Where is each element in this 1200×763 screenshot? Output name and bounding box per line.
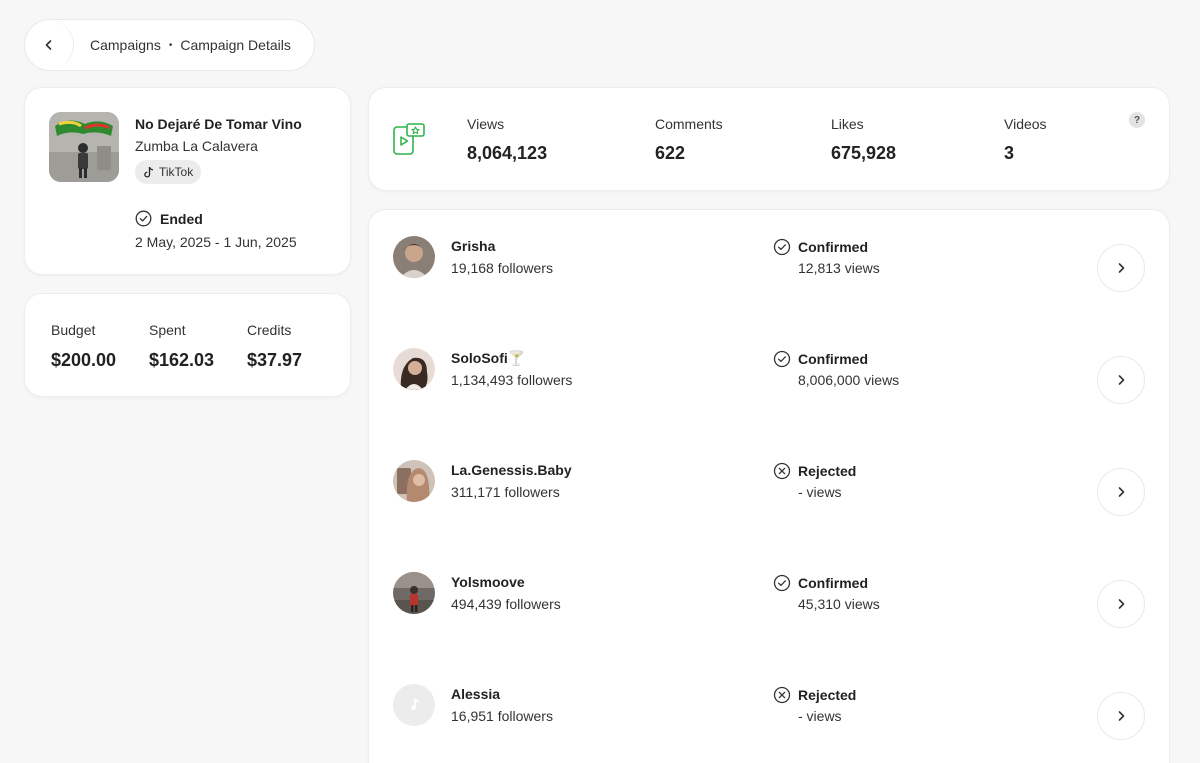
videos-label: Videos [1004,116,1047,132]
creator-row[interactable]: Grisha 19,168 followers Confirmed 12,813… [369,210,1169,322]
credits-label: Credits [247,322,292,338]
campaign-status-label: Ended [160,210,203,227]
phone-video-icon [393,123,425,155]
creator-status-label: Confirmed [798,239,868,255]
creator-row[interactable]: Yolsmoove 494,439 followers Confirmed 45… [369,546,1169,658]
creator-status: Confirmed [773,238,868,256]
views-stat: Views 8,064,123 [467,116,547,164]
videos-value: 3 [1004,143,1015,163]
campaign-artist: Zumba La Calavera [135,138,258,154]
creator-name: SoloSofi🍸 [451,350,526,366]
chevron-left-icon [45,40,51,50]
videos-stat: Videos 3 [1004,116,1047,164]
budget-card: Budget $200.00 Spent $162.03 Credits $37… [24,293,351,397]
creator-row[interactable]: SoloSofi🍸 1,134,493 followers Confirmed … [369,322,1169,434]
creator-name: Alessia [451,686,501,702]
comments-value: 622 [655,143,686,163]
tiktok-icon [144,166,154,178]
credits-value: $37.97 [247,350,303,370]
creator-views: - views [798,708,842,724]
creator-details-button[interactable] [1097,692,1145,740]
breadcrumb-separator: • [168,39,173,51]
creators-card: Grisha 19,168 followers Confirmed 12,813… [368,209,1170,763]
creator-followers: 494,439 followers [451,596,561,612]
creator-status-label: Rejected [798,463,857,479]
views-label: Views [467,116,505,132]
help-icon[interactable]: ? [1129,112,1145,128]
creator-avatar [393,348,435,390]
x-circle-icon [773,686,791,704]
music-note-icon [411,699,419,711]
breadcrumb-parent-link[interactable]: Campaigns [90,37,161,53]
creator-avatar [393,572,435,614]
views-value: 8,064,123 [467,143,548,163]
creator-followers: 1,134,493 followers [451,372,573,388]
chevron-right-icon [1118,487,1125,497]
likes-stat: Likes 675,928 [831,116,896,164]
creator-followers: 311,171 followers [451,484,560,500]
campaign-title: No Dejaré De Tomar Vino [135,116,302,132]
creator-avatar [393,236,435,278]
campaign-card: No Dejaré De Tomar Vino Zumba La Calaver… [24,87,351,275]
platform-label: TikTok [159,165,194,179]
comments-label: Comments [655,116,723,132]
creator-name: Yolsmoove [451,574,525,590]
budget-label: Budget [51,322,96,338]
likes-value: 675,928 [831,143,897,163]
creator-avatar [393,460,435,502]
spent-stat: Spent $162.03 [149,322,214,371]
breadcrumb-current: Campaign Details [180,37,291,53]
creator-views: 45,310 views [798,596,880,612]
back-button[interactable] [24,20,74,70]
creator-status-label: Confirmed [798,575,868,591]
campaign-thumbnail [49,112,119,182]
spent-value: $162.03 [149,350,215,370]
platform-badge: TikTok [135,160,202,184]
check-circle-icon [773,238,791,256]
creator-status-label: Confirmed [798,351,868,367]
creator-status: Rejected [773,686,856,704]
creator-row[interactable]: La.Genessis.Baby 311,171 followers Rejec… [369,434,1169,546]
creator-row[interactable]: Alessia 16,951 followers Rejected - view… [369,658,1169,763]
creator-details-button[interactable] [1097,244,1145,292]
creator-status-label: Rejected [798,687,857,703]
creator-status: Confirmed [773,574,868,592]
creator-name: Grisha [451,238,496,254]
creator-status: Confirmed [773,350,868,368]
breadcrumb: Campaigns • Campaign Details [24,19,315,71]
chevron-right-icon [1118,711,1125,721]
check-circle-icon [773,350,791,368]
campaign-status: Ended [135,210,203,227]
stats-card: Views 8,064,123 Comments 622 Likes 675,9… [368,87,1170,191]
chevron-right-icon [1118,599,1125,609]
creator-name: La.Genessis.Baby [451,462,572,478]
check-circle-icon [773,574,791,592]
creator-followers: 16,951 followers [451,708,553,724]
creator-details-button[interactable] [1097,468,1145,516]
creator-details-button[interactable] [1097,356,1145,404]
chevron-right-icon [1118,263,1125,273]
spent-label: Spent [149,322,186,338]
creator-views: 8,006,000 views [798,372,900,388]
comments-stat: Comments 622 [655,116,723,164]
check-circle-icon [135,210,152,227]
likes-label: Likes [831,116,864,132]
chevron-right-icon [1118,375,1125,385]
budget-value: $200.00 [51,350,117,370]
creator-status: Rejected [773,462,856,480]
creator-avatar [393,684,435,726]
campaign-dates: 2 May, 2025 - 1 Jun, 2025 [135,234,297,250]
credits-stat: Credits $37.97 [247,322,302,371]
budget-stat: Budget $200.00 [51,322,116,371]
creator-details-button[interactable] [1097,580,1145,628]
x-circle-icon [773,462,791,480]
creator-views: 12,813 views [798,260,880,276]
creator-followers: 19,168 followers [451,260,553,276]
creator-views: - views [798,484,842,500]
